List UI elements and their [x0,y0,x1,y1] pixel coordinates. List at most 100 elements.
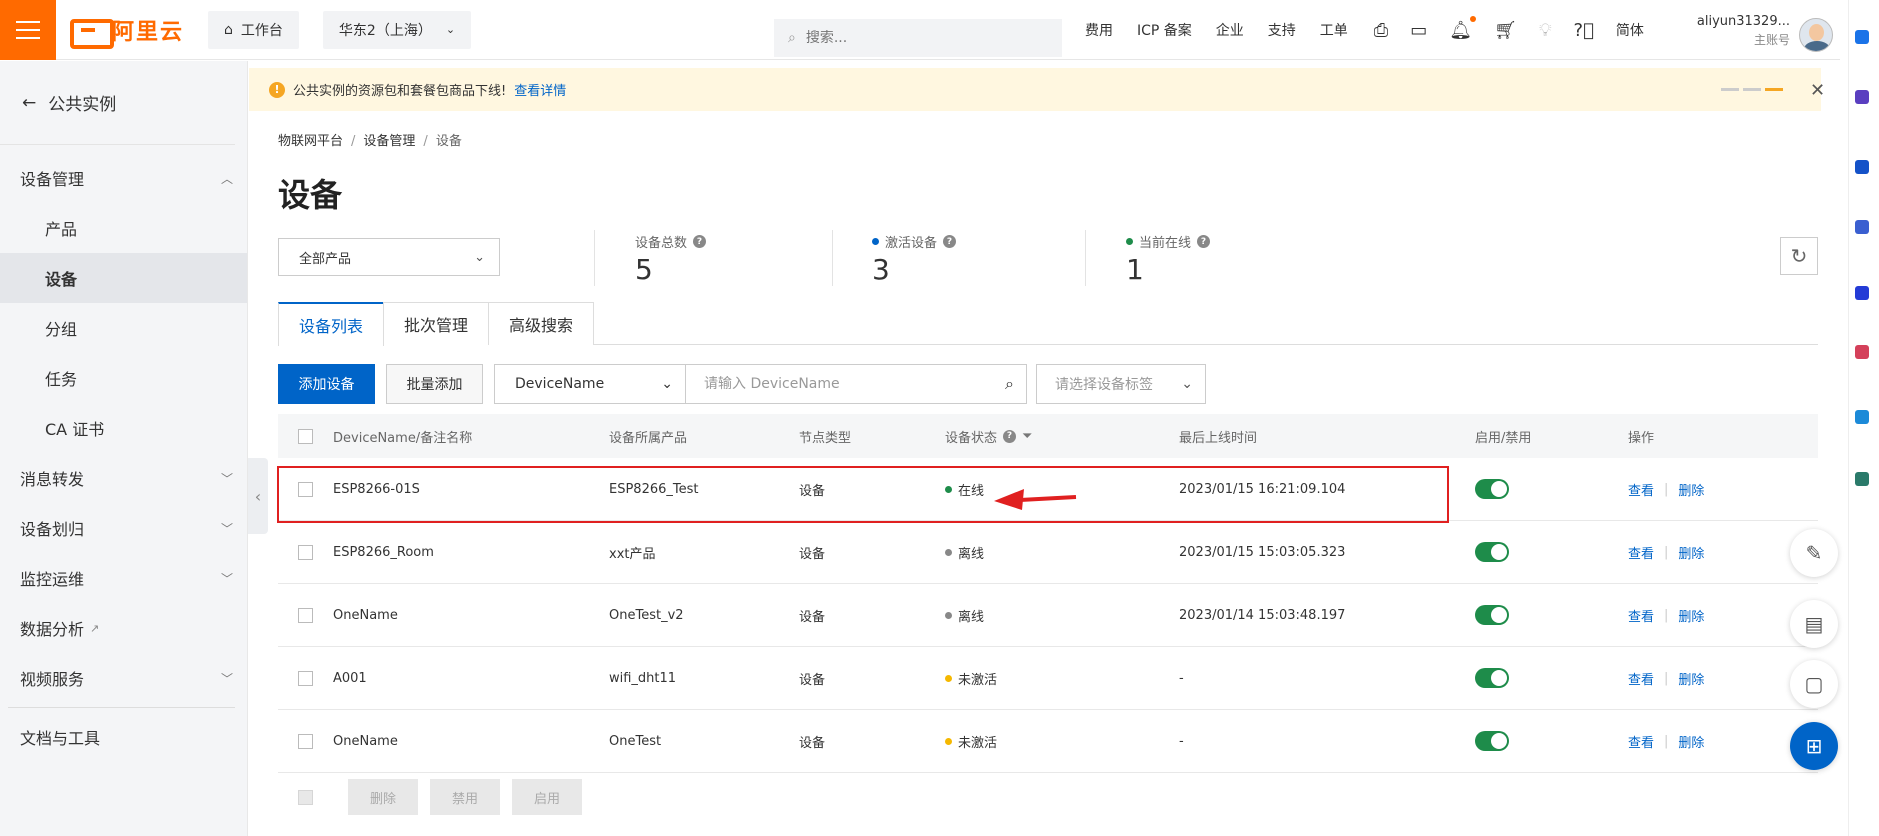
avatar[interactable] [1799,18,1833,52]
terminal-icon[interactable]: ▭ [1410,20,1427,41]
sidebar-item-products[interactable]: 产品 [0,203,247,253]
add-device-button[interactable]: 添加设备 [278,364,375,404]
product-filter-select[interactable]: 全部产品 ⌄ [278,238,500,276]
view-link[interactable]: 查看 [1628,669,1654,688]
breadcrumb-iot[interactable]: 物联网平台 [278,134,343,149]
help-icon[interactable]: ? [1003,429,1017,443]
row-checkbox[interactable] [298,481,313,497]
help-icon[interactable]: ? [1197,235,1211,248]
breadcrumb-device-mgmt[interactable]: 设备管理 [363,134,415,149]
sidebar-docs-tools[interactable]: 文档与工具 [0,712,247,762]
notice-pager[interactable] [1721,88,1783,91]
chat-fab[interactable]: ▢ [1790,660,1838,708]
top-icons: ⎙ ▭ 🔔︎ 🛒︎ 💡︎ ?⃝ 简体 [1374,15,1644,41]
region-select[interactable]: 华东2（上海） ⌄ [322,10,472,49]
sidebar-group-data-analysis[interactable]: 数据分析 ↗ [0,603,247,653]
workbench-button[interactable]: ⌂ 工作台 [208,10,299,49]
enterprise-link[interactable]: 企业 [1216,20,1244,40]
app-icon[interactable] [1855,472,1869,486]
sidebar-group-message-forwarding[interactable]: 消息转发 ﹀ [0,453,247,503]
lightbulb-icon[interactable]: 💡︎ [1539,20,1552,41]
ticket-link[interactable]: 工单 [1320,20,1348,40]
row-checkbox[interactable] [298,607,313,623]
row-checkbox[interactable] [298,733,313,749]
device-tag-select[interactable]: 请选择设备标签 ⌄ [1036,364,1206,404]
status-dot-icon [872,238,879,245]
enable-toggle[interactable] [1475,479,1509,499]
language-switch[interactable]: 简体 [1616,20,1644,40]
row-checkbox[interactable] [298,670,313,686]
edit-fab[interactable]: ✎ [1790,529,1838,577]
row-checkbox[interactable] [298,544,313,560]
help-icon[interactable]: ? [693,235,707,248]
search-icon[interactable]: ⌕ [1005,374,1014,394]
sidebar-item-devices[interactable]: 设备 [0,253,247,303]
app-icon[interactable] [1855,410,1869,424]
search-field-select[interactable]: DeviceName ⌄ [494,364,686,404]
refresh-button[interactable]: ↻ [1780,237,1818,275]
device-node-type: 设备 [799,609,826,625]
app-icon[interactable] [1855,286,1869,300]
batch-delete-button[interactable]: 删除 [348,779,418,815]
tabs: 设备列表 批次管理 高级搜索 [278,302,1818,346]
view-link[interactable]: 查看 [1628,543,1654,562]
sidebar-group-video[interactable]: 视频服务 ﹀ [0,653,247,703]
sidebar-collapse-button[interactable]: ‹ [248,458,268,534]
cart-icon[interactable]: 🛒︎ [1494,20,1517,41]
batch-enable-button[interactable]: 启用 [512,779,582,815]
app-icon[interactable] [1855,30,1869,44]
aliyun-logo[interactable]: 阿里云 [70,14,184,49]
batch-disable-button[interactable]: 禁用 [430,779,500,815]
sidebar-item-tasks[interactable]: 任务 [0,353,247,403]
view-link[interactable]: 查看 [1628,480,1654,499]
enable-toggle[interactable] [1475,542,1509,562]
enable-toggle[interactable] [1475,731,1509,751]
delete-link[interactable]: 删除 [1678,480,1704,499]
help-icon[interactable]: ? [943,235,957,248]
sidebar-group-device-management[interactable]: 设备管理 ︿ [0,153,247,203]
icp-icon[interactable]: ⎙ [1374,20,1388,41]
batch-add-button[interactable]: 批量添加 [386,364,483,404]
delete-link[interactable]: 删除 [1678,543,1704,562]
tab-batch-management[interactable]: 批次管理 [383,302,490,345]
view-link[interactable]: 查看 [1628,732,1654,751]
tab-advanced-search[interactable]: 高级搜索 [488,302,595,345]
close-icon[interactable]: ✕ [1810,80,1825,101]
device-search-input[interactable] [704,376,1006,392]
footer-select-checkbox[interactable] [298,789,313,805]
device-search[interactable]: ⌕ [685,364,1027,404]
select-all-checkbox[interactable] [298,428,313,444]
help-icon[interactable]: ?⃝ [1574,20,1594,41]
sidebar-group-monitoring[interactable]: 监控运维 ﹀ [0,553,247,603]
global-search[interactable]: ⌕ [774,19,1062,57]
notice-details-link[interactable]: 查看详情 [514,80,566,99]
view-link[interactable]: 查看 [1628,606,1654,625]
support-link[interactable]: 支持 [1268,20,1296,40]
tab-device-list[interactable]: 设备列表 [278,302,385,346]
table-row: OneName OneTest 设备 未激活 - 查看 | 删除 [278,710,1818,773]
fees-link[interactable]: 费用 [1085,20,1113,40]
sidebar-item-ca-cert[interactable]: CA 证书 [0,403,247,453]
delete-link[interactable]: 删除 [1678,669,1704,688]
account-info[interactable]: aliyun31329... 主账号 [1690,12,1790,50]
book-fab[interactable]: ▤ [1790,600,1838,648]
filter-icon[interactable]: ⏷ [1022,429,1032,444]
app-icon[interactable] [1855,220,1869,234]
global-search-input[interactable] [805,30,1026,46]
delete-link[interactable]: 删除 [1678,732,1704,751]
app-icon[interactable] [1855,345,1869,359]
app-icon[interactable] [1855,90,1869,104]
enable-toggle[interactable] [1475,668,1509,688]
sidebar-item-groups[interactable]: 分组 [0,303,247,353]
apps-grid-icon: ⊞ [1805,734,1823,758]
delete-link[interactable]: 删除 [1678,606,1704,625]
region-label: 华东2（上海） [338,22,432,39]
enable-toggle[interactable] [1475,605,1509,625]
sidebar-group-device-assignment[interactable]: 设备划归 ﹀ [0,503,247,553]
bell-icon[interactable]: 🔔︎ [1449,15,1477,41]
menu-icon[interactable] [0,0,56,60]
icp-link[interactable]: ICP 备案 [1137,20,1192,40]
apps-fab[interactable]: ⊞ [1790,722,1838,770]
app-icon[interactable] [1855,160,1869,174]
back-to-instance[interactable]: ← 公共实例 [0,61,235,145]
